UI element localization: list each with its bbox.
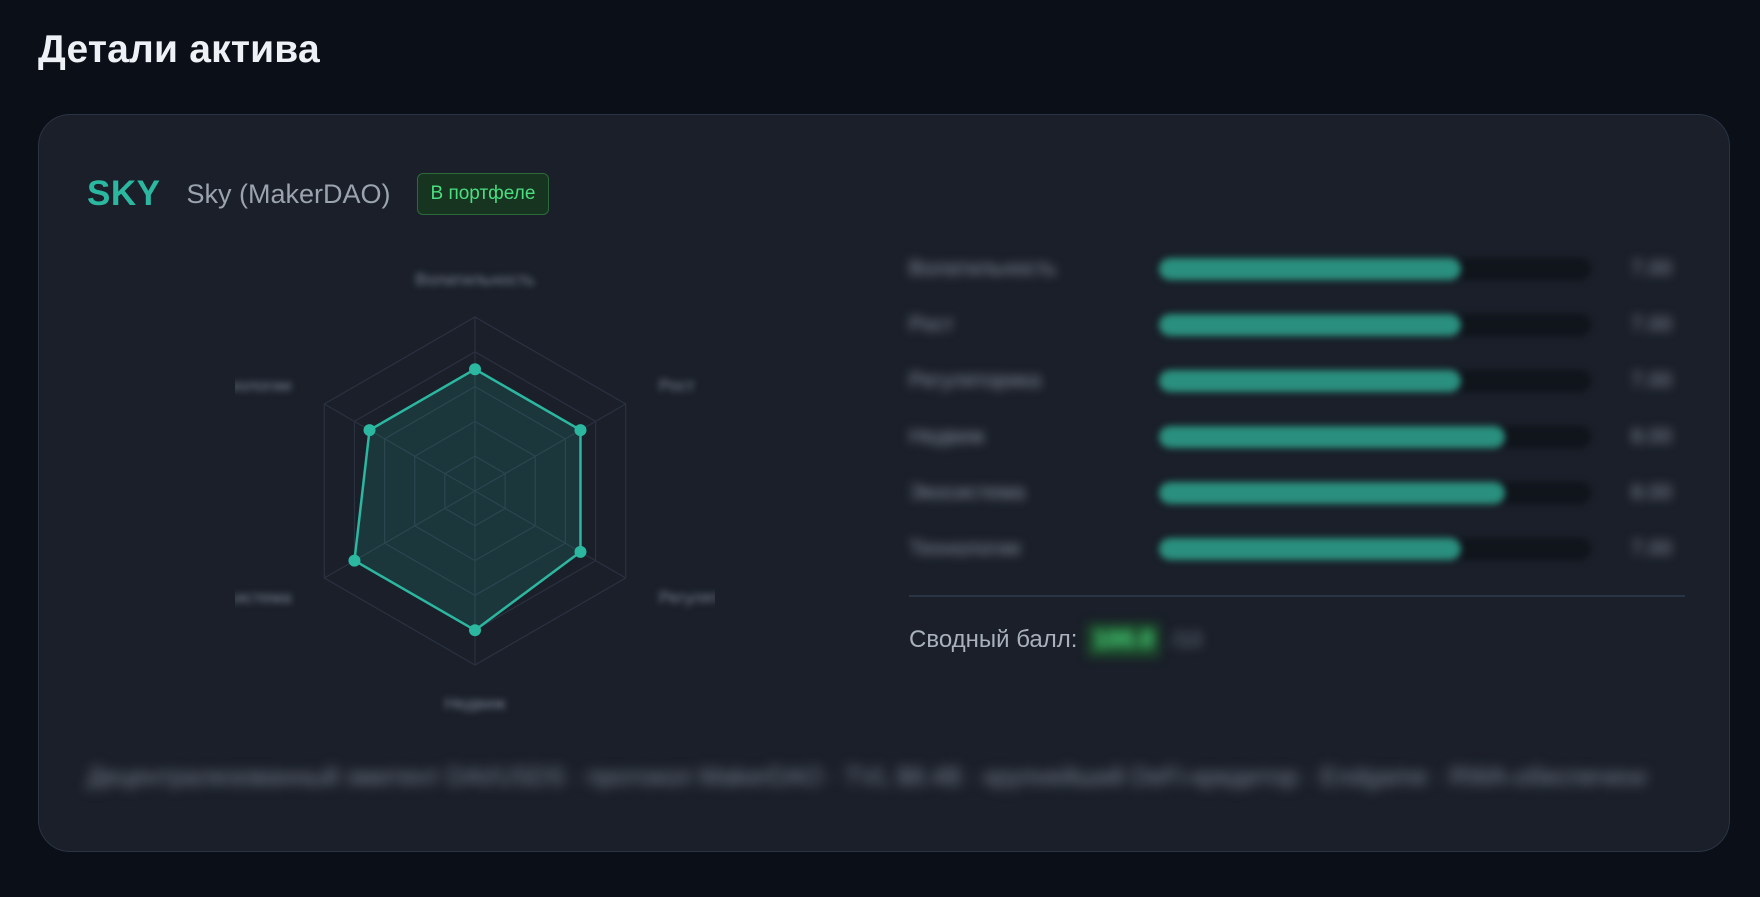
score-label: Экосистема: [909, 481, 1026, 504]
score-row: Экосистема 8.00: [909, 465, 1689, 521]
radar-axis-label: Регуляторика: [659, 588, 715, 607]
score-value: 8.00: [1631, 425, 1672, 448]
score-row: Регуляторика 7.00: [909, 353, 1689, 409]
radar-chart-svg: Волатильность Рост Регуляторика Недвиж Экоси…: [235, 270, 715, 713]
radar-chart: Волатильность Рост Регуляторика Недвиж Экоси…: [235, 251, 715, 731]
score-label: Недвиж: [909, 425, 985, 448]
score-list: Волатильность 7.00 Рост 7.00 Регуляторика 7.0…: [909, 241, 1689, 657]
score-label: Регуляторика: [909, 369, 1041, 392]
score-row: Волатильность 7.00: [909, 241, 1689, 297]
score-label: Волатильность: [909, 257, 1057, 280]
radar-data-area: [353, 367, 582, 632]
asset-details-card: SKY Sky (MakerDAO) В портфеле Волатильно…: [38, 114, 1730, 852]
radar-data-point: [469, 624, 481, 637]
score-value: 7.00: [1631, 257, 1672, 280]
radar-data-point: [469, 363, 481, 376]
radar-data-point: [363, 424, 376, 437]
score-value: 7.00: [1631, 369, 1672, 392]
asset-ticker: SKY: [87, 174, 161, 213]
score-row: Недвиж 8.00: [909, 409, 1689, 465]
score-label: Рост: [909, 313, 954, 336]
page-title: Детали актива: [38, 28, 320, 71]
summary-label: Сводный балл:: [909, 625, 1078, 653]
radar-data-point: [574, 545, 587, 558]
score-value: 7.00: [1631, 313, 1672, 336]
radar-axis-label: Рост: [659, 376, 696, 395]
asset-description: Децентрализованный эмитент DAI/USDS · пр…: [87, 763, 1647, 791]
score-label: Технологии: [909, 537, 1021, 560]
radar-data-point: [348, 554, 361, 567]
radar-axis-label: Недвиж: [444, 694, 506, 713]
radar-axis-label: Технологии: [235, 376, 291, 395]
score-bar-track: [1159, 370, 1591, 392]
score-bar-fill: [1159, 258, 1462, 280]
score-bar-fill: [1159, 426, 1505, 448]
in-portfolio-badge: В портфеле: [416, 173, 550, 215]
score-bar-track: [1159, 538, 1591, 560]
asset-name: Sky (MakerDAO): [186, 178, 391, 209]
score-bar-fill: [1159, 538, 1462, 560]
radar-axis-label: Экосистема: [235, 588, 292, 607]
summary-value: 100.0: [1087, 622, 1160, 657]
asset-header: SKY Sky (MakerDAO) В портфеле: [87, 171, 550, 217]
score-bar-track: [1159, 314, 1591, 336]
radar-data-point: [574, 424, 587, 437]
summary-score: Сводный балл: 100.0 /10: [909, 622, 1689, 657]
score-row: Технологии 7.00: [909, 521, 1689, 577]
radar-axis-label: Волатильность: [415, 270, 535, 289]
summary-scale: /10: [1171, 626, 1203, 652]
score-bar-fill: [1159, 370, 1462, 392]
score-value: 7.00: [1631, 537, 1672, 560]
score-value: 8.00: [1631, 481, 1672, 504]
score-bar-track: [1159, 258, 1591, 280]
score-bar-track: [1159, 426, 1591, 448]
score-row: Рост 7.00: [909, 297, 1689, 353]
score-bar-track: [1159, 482, 1591, 504]
score-divider: [909, 595, 1685, 597]
score-bar-fill: [1159, 482, 1505, 504]
score-bar-fill: [1159, 314, 1462, 336]
